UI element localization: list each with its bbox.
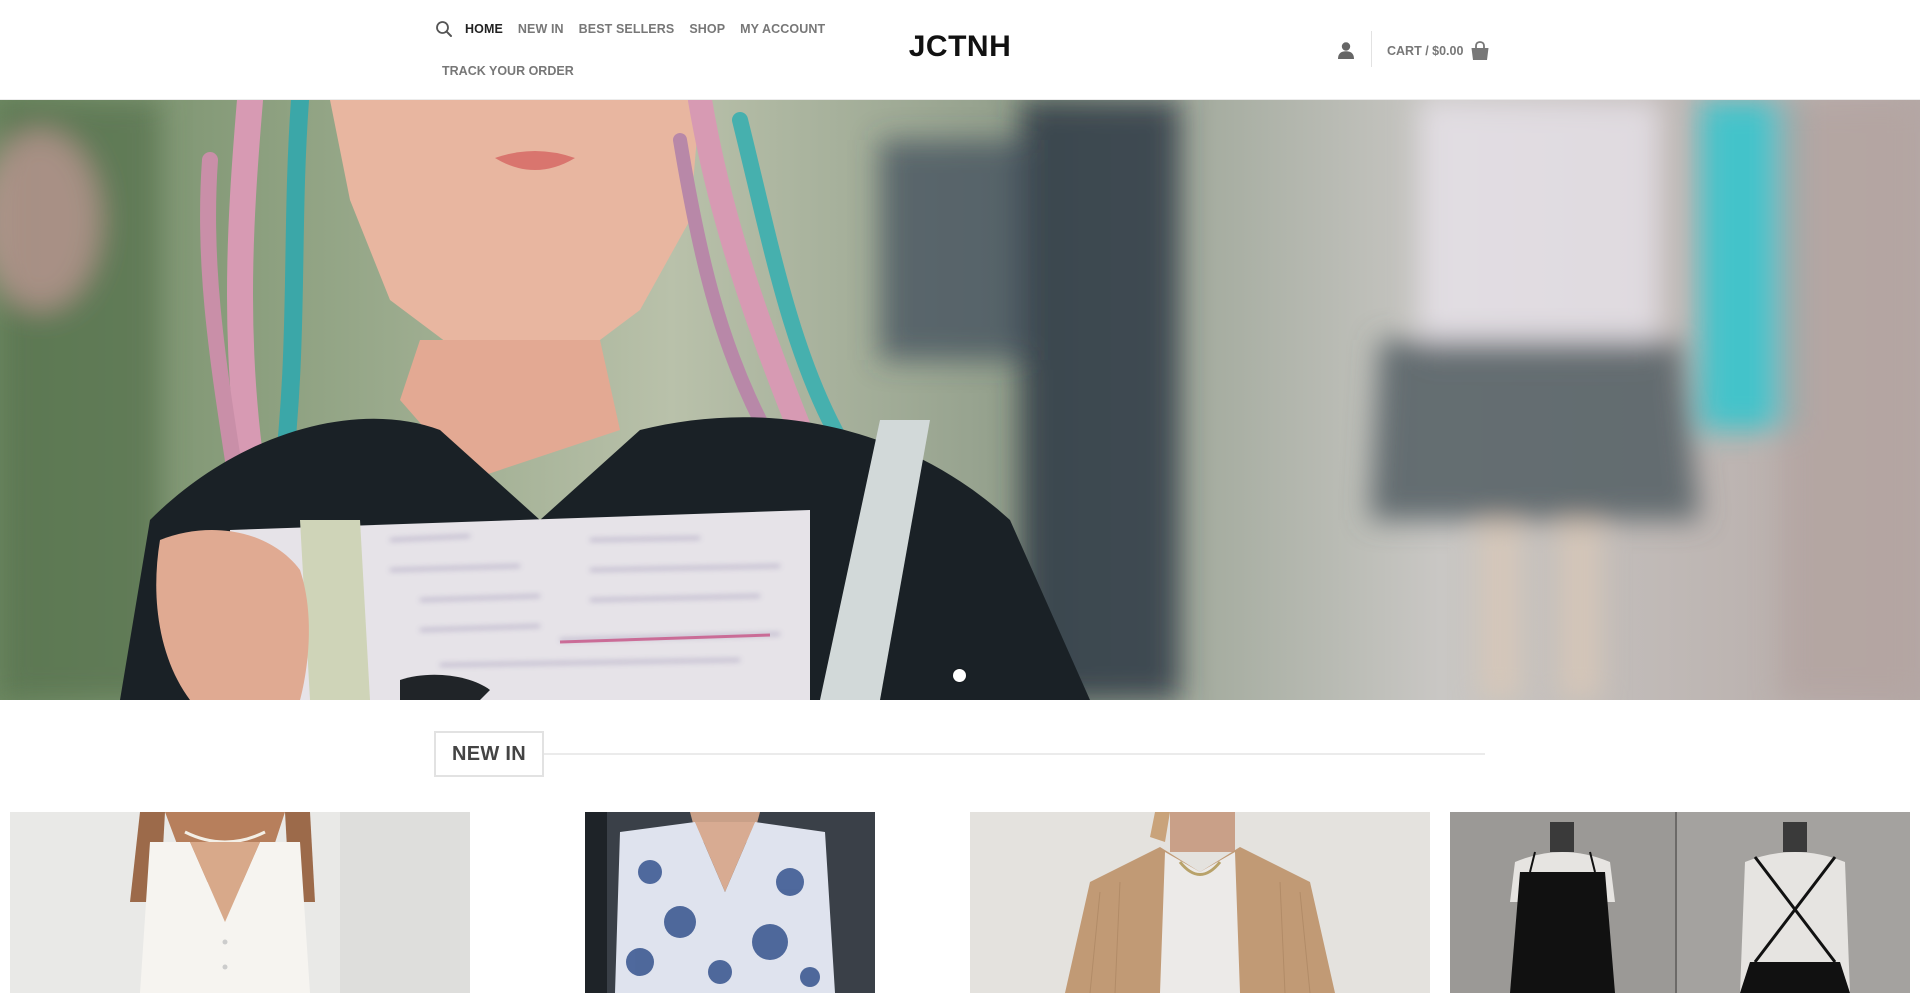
hero-slider[interactable] <box>0 100 1920 700</box>
site-logo[interactable]: JCTNH <box>880 30 1040 64</box>
section-title: NEW IN <box>452 742 527 765</box>
nav-best-sellers[interactable]: BEST SELLERS <box>579 22 675 36</box>
nav-new-in[interactable]: NEW IN <box>518 22 564 36</box>
shopping-bag-icon <box>1469 40 1491 62</box>
section-title-box: NEW IN <box>434 731 545 777</box>
hero-image <box>0 100 1920 700</box>
header-divider <box>1371 31 1372 67</box>
section-divider-line <box>534 753 1485 755</box>
new-in-section-header: NEW IN <box>434 731 1485 777</box>
slider-dot-active[interactable] <box>953 669 966 682</box>
cart-link[interactable]: CART / $0.00 <box>1387 40 1491 62</box>
nav-track-your-order[interactable]: TRACK YOUR ORDER <box>442 64 574 78</box>
user-icon[interactable] <box>1336 40 1356 60</box>
product-card[interactable] <box>970 812 1430 993</box>
product-card[interactable] <box>10 812 470 993</box>
search-icon[interactable] <box>434 19 454 39</box>
nav-row-secondary: TRACK YOUR ORDER <box>442 62 574 80</box>
nav-home[interactable]: HOME <box>465 22 503 36</box>
product-card[interactable] <box>490 812 950 993</box>
nav-my-account[interactable]: MY ACCOUNT <box>740 22 825 36</box>
product-grid <box>10 812 1910 993</box>
product-image <box>490 812 950 993</box>
main-nav: HOME NEW IN BEST SELLERS SHOP MY ACCOUNT <box>465 22 825 36</box>
product-image <box>970 812 1430 993</box>
product-image <box>10 812 470 993</box>
product-image <box>1450 812 1910 993</box>
product-card[interactable] <box>1450 812 1910 993</box>
site-header: HOME NEW IN BEST SELLERS SHOP MY ACCOUNT… <box>0 0 1920 100</box>
cart-label: CART / $0.00 <box>1387 44 1464 58</box>
nav-shop[interactable]: SHOP <box>689 22 725 36</box>
